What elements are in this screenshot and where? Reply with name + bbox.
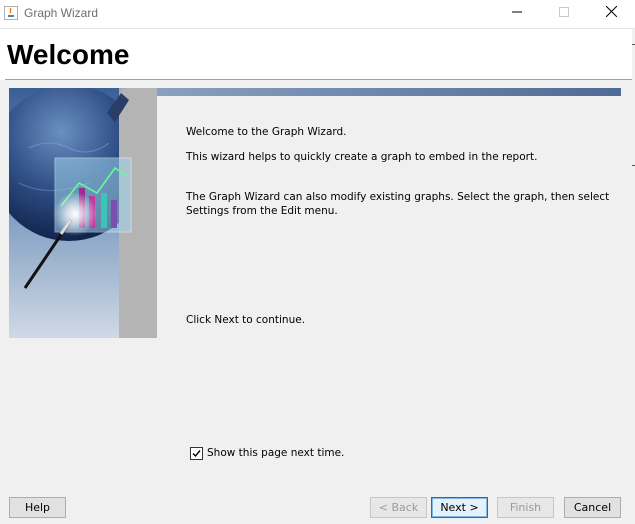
close-button[interactable] bbox=[588, 0, 634, 28]
wizard-graphic bbox=[9, 88, 157, 338]
cancel-button[interactable]: Cancel bbox=[564, 497, 621, 518]
continue-text: Click Next to continue. bbox=[186, 314, 306, 326]
intro-text: This wizard helps to quickly create a gr… bbox=[186, 151, 538, 163]
show-page-label[interactable]: Show this page next time. bbox=[207, 447, 344, 459]
show-page-checkbox[interactable] bbox=[190, 447, 203, 460]
close-icon bbox=[605, 5, 617, 18]
finish-button[interactable]: Finish bbox=[497, 497, 554, 518]
checkmark-icon bbox=[192, 450, 201, 458]
welcome-text: Welcome to the Graph Wizard. bbox=[186, 126, 347, 138]
window-title: Graph Wizard bbox=[24, 6, 99, 20]
modify-text: The Graph Wizard can also modify existin… bbox=[186, 191, 610, 217]
banner-stripe bbox=[157, 88, 621, 96]
minimize-button[interactable] bbox=[494, 0, 540, 28]
minimize-icon bbox=[512, 11, 522, 13]
back-button[interactable]: < Back bbox=[370, 497, 427, 518]
java-app-icon bbox=[4, 6, 18, 20]
next-button[interactable]: Next > bbox=[431, 497, 488, 518]
title-bar: Graph Wizard bbox=[0, 0, 635, 29]
help-button[interactable]: Help bbox=[9, 497, 66, 518]
page-title: Welcome bbox=[7, 39, 130, 70]
maximize-icon bbox=[559, 7, 569, 17]
maximize-button[interactable] bbox=[541, 0, 587, 28]
header-divider bbox=[5, 79, 632, 80]
